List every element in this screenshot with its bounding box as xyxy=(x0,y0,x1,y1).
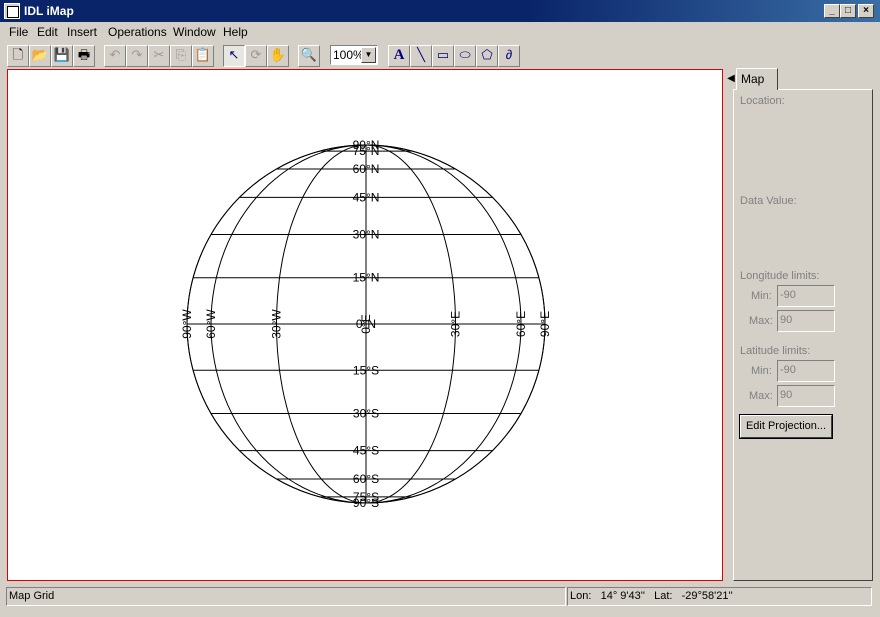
lon-label: 60°E xyxy=(514,311,528,337)
zoom-magnifier-icon[interactable]: 🔍 xyxy=(298,45,320,67)
lon-min-field[interactable]: -90 xyxy=(777,285,835,307)
lat-label: 60°N xyxy=(353,162,380,176)
location-label: Location: xyxy=(740,95,785,107)
toolbar: 🗋 📂 💾 🖶 ↶ ↷ ✂ ⎘ 📋 ↖ ⟳ ✋ 🔍 A ╲ ▭ ⬭ ⬠ ∂ xyxy=(0,43,880,69)
chevron-down-icon[interactable]: ▼ xyxy=(361,47,376,63)
rotate-icon[interactable]: ⟳ xyxy=(245,45,267,67)
lat-max-field[interactable]: 90 xyxy=(777,385,835,407)
lon-max-label: Max: xyxy=(749,315,773,327)
map-panel xyxy=(733,89,873,581)
edit-projection-button[interactable]: Edit Projection... xyxy=(739,414,833,439)
latitude-limits-label: Latitude limits: xyxy=(740,345,811,357)
lon-label: 90°E xyxy=(538,311,552,337)
minimize-button[interactable]: _ xyxy=(824,4,840,18)
tab-map[interactable]: Map xyxy=(736,68,778,90)
map-grid: 90°N75°N60°N45°N30°N15°N0°N15°S30°S45°S6… xyxy=(180,138,552,510)
lat-label: 90°S xyxy=(353,496,379,510)
lat-label: 45°N xyxy=(353,190,380,204)
new-icon[interactable]: 🗋 xyxy=(7,45,29,67)
lon-label: 60°W xyxy=(204,309,218,339)
zoom-select[interactable]: 100% ▼ xyxy=(330,45,378,65)
lon-label: 30°W xyxy=(270,309,284,339)
lat-label: 15°S xyxy=(353,363,379,377)
lon-label: 0°E xyxy=(359,314,373,333)
data-value-label: Data Value: xyxy=(740,195,797,207)
menu-edit[interactable]: Edit xyxy=(37,25,58,39)
menu-file[interactable]: File xyxy=(9,25,28,39)
title-bar: IDL iMap _ □ × xyxy=(0,0,880,22)
lat-label: 15°N xyxy=(353,271,380,285)
lat-min-label: Min: xyxy=(751,365,772,377)
paste-icon[interactable]: 📋 xyxy=(192,45,214,67)
lat-label: 30°N xyxy=(353,228,380,242)
menu-window[interactable]: Window xyxy=(173,25,216,39)
line-tool-icon[interactable]: ╲ xyxy=(410,45,432,67)
lon-label: 90°W xyxy=(180,309,194,339)
save-icon[interactable]: 💾 xyxy=(51,45,73,67)
lat-max-label: Max: xyxy=(749,390,773,402)
app-icon xyxy=(4,3,20,19)
lat-min-field[interactable]: -90 xyxy=(777,360,835,382)
collapse-panel-icon[interactable]: ◀ xyxy=(726,69,736,89)
pan-hand-icon[interactable]: ✋ xyxy=(267,45,289,67)
lat-label: 60°S xyxy=(353,472,379,486)
text-tool-icon[interactable]: A xyxy=(388,45,410,67)
lon-max-field[interactable]: 90 xyxy=(777,310,835,332)
longitude-limits-label: Longitude limits: xyxy=(740,270,820,282)
undo-icon[interactable]: ↶ xyxy=(104,45,126,67)
redo-icon[interactable]: ↷ xyxy=(126,45,148,67)
rectangle-tool-icon[interactable]: ▭ xyxy=(432,45,454,67)
status-coordinates: Lon: 14° 9'43'' Lat: -29°58'21'' xyxy=(567,587,872,606)
status-bar: Map Grid Lon: 14° 9'43'' Lat: -29°58'21'… xyxy=(0,586,880,608)
ellipse-tool-icon[interactable]: ⬭ xyxy=(454,45,476,67)
polygon-tool-icon[interactable]: ⬠ xyxy=(476,45,498,67)
lat-label: 30°S xyxy=(353,407,379,421)
close-button[interactable]: × xyxy=(858,4,874,18)
copy-icon[interactable]: ⎘ xyxy=(170,45,192,67)
select-arrow-icon[interactable]: ↖ xyxy=(223,45,245,67)
menu-help[interactable]: Help xyxy=(223,25,248,39)
window-title: IDL iMap xyxy=(24,4,74,18)
cut-icon[interactable]: ✂ xyxy=(148,45,170,67)
open-icon[interactable]: 📂 xyxy=(29,45,51,67)
print-icon[interactable]: 🖶 xyxy=(73,45,95,67)
status-mode: Map Grid xyxy=(6,587,566,606)
menu-bar: File Edit Insert Operations Window Help xyxy=(0,22,880,42)
map-canvas[interactable]: 90°N 75°N 60°N 45°N 30°N 15°N 0°N 15°S 30°S 45°S 6… xyxy=(7,69,723,581)
menu-insert[interactable]: Insert xyxy=(67,25,97,39)
lat-label: 45°S xyxy=(353,444,379,458)
zoom-value: 100% xyxy=(333,48,364,62)
freehand-tool-icon[interactable]: ∂ xyxy=(498,45,520,67)
menu-operations[interactable]: Operations xyxy=(108,25,167,39)
lon-min-label: Min: xyxy=(751,290,772,302)
lon-label: 30°E xyxy=(449,311,463,337)
lat-label: 75°N xyxy=(353,144,380,158)
maximize-button[interactable]: □ xyxy=(840,4,856,18)
